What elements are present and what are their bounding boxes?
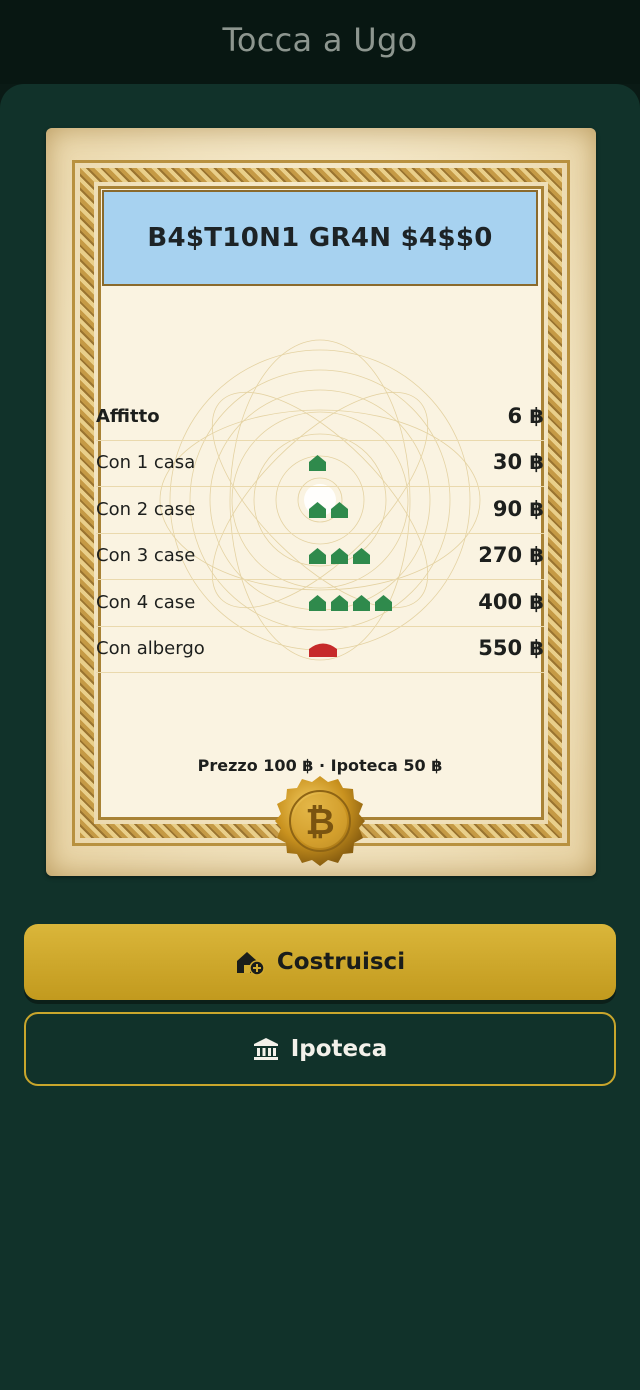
build-button-label: Costruisci [276,949,406,975]
house-icon [308,594,327,612]
house-icon [352,594,371,612]
rent-row: Con albergo 550 ฿ [96,626,544,673]
rent-row-value: 270 ฿ [478,543,544,567]
property-name-banner: B4$T10N1 GR4N $4$$0 [102,190,538,286]
rent-row: Con 4 case 400 ฿ [96,580,544,627]
house-plus-icon [236,952,265,975]
rent-row-value: 400 ฿ [478,590,544,614]
price-mortgage-line: Prezzo 100 ฿ · Ipoteca 50 ฿ [197,756,443,775]
bank-icon [253,1038,278,1060]
rent-row-icons [308,547,371,567]
rent-row-value: 30 ฿ [492,450,544,474]
rent-row-label: Affitto [96,406,160,427]
turn-title: Tocca a Ugo [222,21,418,59]
mortgage-button-label: Ipoteca [290,1036,388,1062]
rent-row-value: 550 ฿ [478,636,544,660]
house-icon [330,501,349,519]
house-icon [308,547,327,565]
mortgage-button[interactable]: Ipoteca [24,1012,616,1086]
rent-row: Con 3 case 270 ฿ [96,533,544,580]
rent-row: Affitto 6 ฿ [96,394,544,441]
house-icon [308,454,327,472]
rent-row-value: 6 ฿ [507,404,544,428]
rent-row: Con 2 case 90 ฿ [96,487,544,534]
rent-row-label: Con 4 case [96,592,196,613]
top-bar: Tocca a Ugo [0,0,640,84]
rent-row: Con 1 casa 30 ฿ [96,440,544,487]
rent-row-icons [308,501,349,521]
house-icon [330,594,349,612]
rent-row-value: 90 ฿ [492,497,544,521]
rent-row-label: Con 2 case [96,499,196,520]
bitcoin-seal-icon: ₿ [275,776,365,866]
rent-row-label: Con albergo [96,638,205,659]
rent-row-label: Con 1 casa [96,452,196,473]
hotel-icon [308,640,338,658]
rent-row-icons [308,454,327,474]
house-icon [330,547,349,565]
house-icon [352,547,371,565]
build-button[interactable]: Costruisci [24,924,616,1000]
svg-text:₿: ₿ [305,802,334,843]
property-name: B4$T10N1 GR4N $4$$0 [147,223,493,253]
rent-row-icons [308,594,393,614]
rent-row-icons [308,640,338,660]
house-icon [308,501,327,519]
house-icon [374,594,393,612]
rent-row-label: Con 3 case [96,545,196,566]
